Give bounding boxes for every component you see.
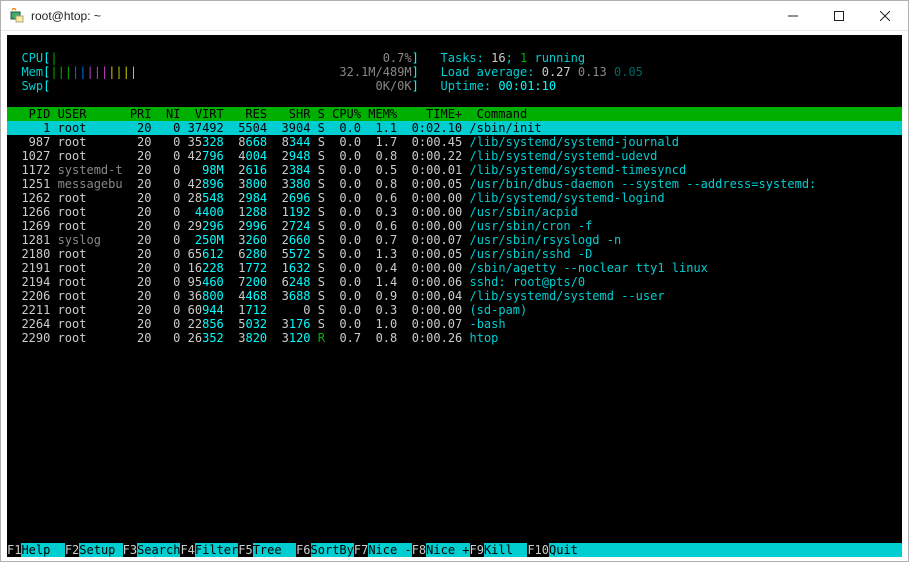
process-row[interactable]: 987 root 20 0 35328 8668 8344 S 0.0 1.7 … (7, 135, 902, 149)
minimize-button[interactable] (770, 1, 816, 30)
process-row[interactable]: 2194 root 20 0 95460 7200 6248 S 0.0 1.4… (7, 275, 902, 289)
window-title: root@htop: ~ (31, 9, 770, 23)
process-row[interactable]: 1281 syslog 20 0 250M 3260 2660 S 0.0 0.… (7, 233, 902, 247)
titlebar[interactable]: root@htop: ~ (1, 1, 908, 31)
process-row[interactable]: 2264 root 20 0 22856 5032 3176 S 0.0 1.0… (7, 317, 902, 331)
cpu-meter: CPU[| 0.7%] Tasks: 16; 1 running (7, 51, 902, 65)
mem-meter: Mem[|||||||||||| 32.1M/489M] Load averag… (7, 65, 902, 79)
process-row[interactable]: 1251 messagebu 20 0 42896 3800 3380 S 0.… (7, 177, 902, 191)
maximize-button[interactable] (816, 1, 862, 30)
process-row[interactable]: 2206 root 20 0 36800 4468 3688 S 0.0 0.9… (7, 289, 902, 303)
window-controls (770, 1, 908, 30)
process-row[interactable]: 2290 root 20 0 26352 3820 3120 R 0.7 0.8… (7, 331, 902, 345)
swp-meter: Swp[ 0K/0K] Uptime: 00:01:10 (7, 79, 902, 93)
process-row[interactable]: 2191 root 20 0 16228 1772 1632 S 0.0 0.4… (7, 261, 902, 275)
process-row[interactable]: 2180 root 20 0 65612 6280 5572 S 0.0 1.3… (7, 247, 902, 261)
process-header[interactable]: PID USER PRI NI VIRT RES SHR S CPU% MEM%… (7, 107, 902, 121)
close-button[interactable] (862, 1, 908, 30)
terminal[interactable]: CPU[| 0.7%] Tasks: 16; 1 running Mem[|||… (7, 35, 902, 557)
putty-icon (9, 8, 25, 24)
process-row[interactable]: 1269 root 20 0 29296 2996 2724 S 0.0 0.6… (7, 219, 902, 233)
process-row[interactable]: 2211 root 20 0 60944 1712 0 S 0.0 0.3 0:… (7, 303, 902, 317)
process-row[interactable]: 1266 root 20 0 4400 1288 1192 S 0.0 0.3 … (7, 205, 902, 219)
process-row[interactable]: 1027 root 20 0 42796 4004 2948 S 0.0 0.8… (7, 149, 902, 163)
process-row[interactable]: 1 root 20 0 37492 5504 3904 S 0.0 1.1 0:… (7, 121, 902, 135)
function-keys[interactable]: F1Help F2Setup F3SearchF4FilterF5Tree F6… (7, 543, 902, 557)
process-row[interactable]: 1262 root 20 0 28548 2984 2696 S 0.0 0.6… (7, 191, 902, 205)
process-row[interactable]: 1172 systemd-t 20 0 98M 2616 2384 S 0.0 … (7, 163, 902, 177)
app-window: root@htop: ~ CPU[| 0.7%] Tasks: 16; 1 ru… (0, 0, 909, 562)
